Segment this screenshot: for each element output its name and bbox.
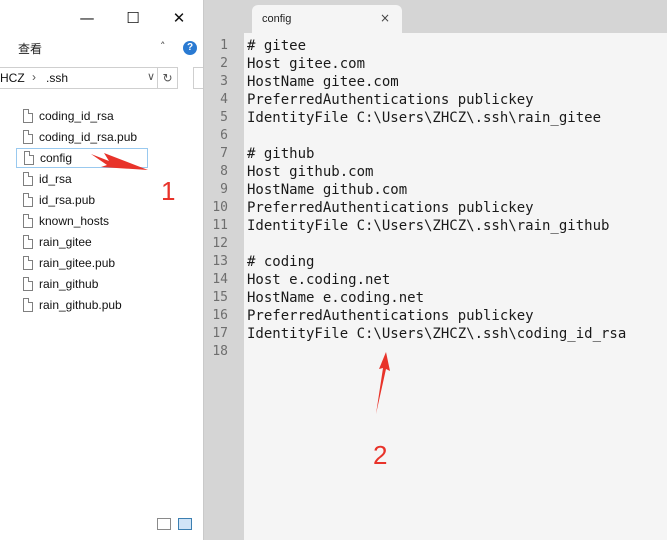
address-dropdown-icon[interactable]: ∨ [147,70,155,83]
file-name: known_hosts [39,214,110,228]
line-number: 6 [220,128,228,143]
code-area[interactable]: # gitee Host gitee.com HostName gitee.com P… [244,33,667,540]
line-number: 1 [220,38,228,53]
code-line[interactable]: # coding [247,253,314,271]
file-name: rain_gitee.pub [39,256,116,270]
close-icon: ✕ [172,9,186,27]
address-bar[interactable]: HCZ › .ssh ∨ ↻ [0,67,178,89]
breadcrumb-separator-icon[interactable]: › [32,70,36,84]
tab-config[interactable]: config × [252,5,402,33]
file-name: id_rsa [39,172,72,186]
file-icon [24,151,34,165]
file-name: id_rsa.pub [39,193,96,207]
file-name: config [40,151,73,165]
chevron-up-icon[interactable]: ˄ [160,40,166,53]
file-icon [23,298,33,312]
code-line[interactable]: IdentityFile C:\Users\ZHCZ\.ssh\rain_git… [247,109,601,127]
line-number: 14 [212,272,228,287]
line-number-gutter: 1 2 3 4 5 6 7 8 9 10 11 12 13 14 15 16 17 18 [204,33,244,540]
line-number: 13 [212,254,228,269]
file-explorer-window: — ☐ ✕ 查看 ˄ ? HCZ › .ssh ∨ ↻ coding_id_rs… [0,0,204,540]
code-line[interactable]: HostName gitee.com [247,73,399,91]
view-menu[interactable]: 查看 [18,40,42,57]
line-number: 12 [212,236,228,251]
code-line[interactable]: # github [247,145,314,163]
code-line[interactable]: HostName github.com [247,181,407,199]
file-item[interactable]: rain_gitee.pub [18,253,150,273]
file-icon [23,277,33,291]
details-view-icon[interactable] [157,518,171,530]
file-item[interactable]: known_hosts [18,211,150,231]
tab-label: config [262,13,292,25]
maximize-icon: ☐ [126,9,140,27]
file-item[interactable]: coding_id_rsa.pub [18,127,150,147]
large-icons-view-icon[interactable] [178,518,192,530]
maximize-button[interactable]: ☐ [110,6,156,30]
line-number: 17 [212,326,228,341]
file-item[interactable]: rain_github.pub [18,295,150,315]
line-number: 3 [220,74,228,89]
breadcrumb-segment[interactable]: HCZ [0,71,25,85]
line-number: 4 [220,92,228,107]
file-name: rain_gitee [39,235,92,249]
line-number: 15 [212,290,228,305]
code-line[interactable]: PreferredAuthentications publickey [247,307,534,325]
file-icon [23,214,33,228]
code-line[interactable]: Host github.com [247,163,373,181]
file-name: coding_id_rsa [39,109,114,123]
line-number: 2 [220,56,228,71]
file-name: rain_github.pub [39,298,122,312]
minimize-button[interactable]: — [64,6,110,30]
line-number: 18 [212,344,228,359]
file-name: rain_github [39,277,99,291]
annotation-number-1: 1 [161,176,176,206]
file-name: coding_id_rsa.pub [39,130,138,144]
annotation-number-2: 2 [373,440,388,470]
file-item[interactable]: rain_gitee [18,232,150,252]
file-item[interactable]: id_rsa [18,169,150,189]
code-line[interactable]: PreferredAuthentications publickey [247,199,534,217]
search-box[interactable] [193,67,203,89]
code-line[interactable]: HostName e.coding.net [247,289,424,307]
line-number: 7 [220,146,228,161]
file-item[interactable]: rain_github [18,274,150,294]
text-editor-window: config × 1 2 3 4 5 6 7 8 9 10 11 12 13 14 15 16 17 18 # g… [204,0,667,540]
line-number: 9 [220,182,228,197]
file-icon [23,235,33,249]
code-line[interactable]: Host gitee.com [247,55,365,73]
code-line[interactable]: IdentityFile C:\Users\ZHCZ\.ssh\rain_git… [247,217,609,235]
line-number: 11 [212,218,228,233]
file-icon [23,172,33,186]
refresh-icon[interactable]: ↻ [157,68,177,88]
file-icon [23,193,33,207]
file-item[interactable]: coding_id_rsa [18,106,150,126]
breadcrumb-segment-current[interactable]: .ssh [46,71,68,85]
close-button[interactable]: ✕ [156,6,202,30]
line-number: 5 [220,110,228,125]
file-icon [23,256,33,270]
file-item[interactable]: id_rsa.pub [18,190,150,210]
code-line[interactable]: IdentityFile C:\Users\ZHCZ\.ssh\coding_i… [247,325,626,343]
tab-close-icon[interactable]: × [380,11,390,25]
file-icon [23,109,33,123]
code-line[interactable]: Host e.coding.net [247,271,390,289]
line-number: 16 [212,308,228,323]
code-line[interactable]: PreferredAuthentications publickey [247,91,534,109]
help-icon[interactable]: ? [183,41,197,55]
line-number: 10 [212,200,228,215]
minimize-icon: — [79,9,95,27]
line-number: 8 [220,164,228,179]
file-icon [23,130,33,144]
code-line[interactable]: # gitee [247,37,306,55]
file-item-selected[interactable]: config [16,148,148,168]
